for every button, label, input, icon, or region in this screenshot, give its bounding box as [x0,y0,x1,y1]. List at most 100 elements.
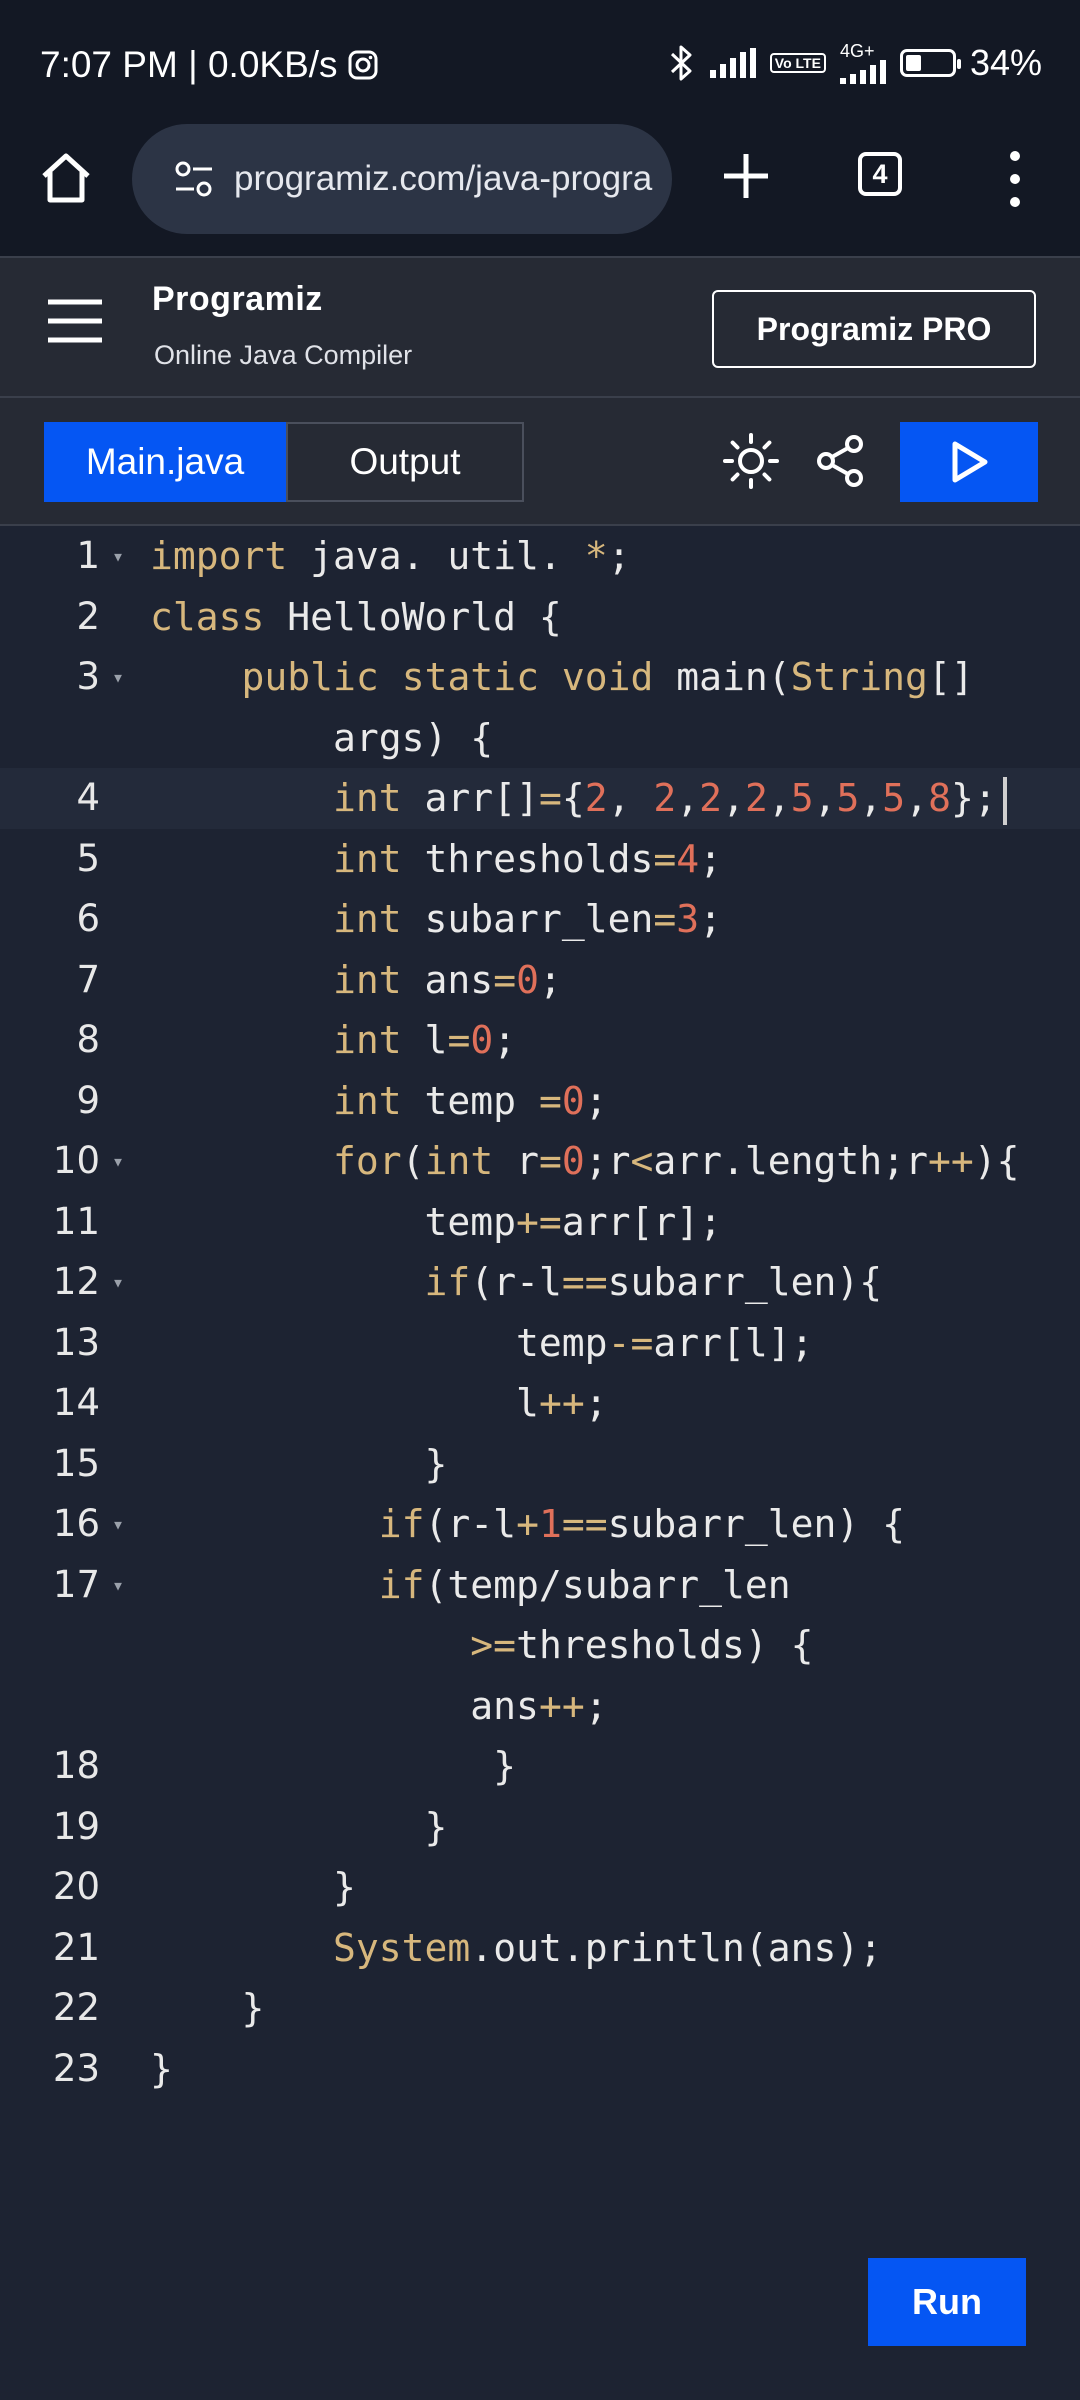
code-text: if(r-l+1==subarr_len) { [378,1502,906,1546]
more-options-icon[interactable] [1000,146,1030,212]
code-line[interactable]: 13 temp-=arr[l]; [0,1313,1080,1374]
theme-toggle-icon[interactable] [722,432,780,490]
code-line[interactable]: 20 } [0,1857,1080,1918]
code-line[interactable]: 22 } [0,1978,1080,2039]
line-number: 5 [76,836,100,880]
code-line[interactable]: 7 int ans=0; [0,950,1080,1011]
fold-arrow-icon[interactable]: ▾ [112,1252,124,1313]
code-text: System.out.println(ans); [333,1925,883,1970]
run-play-button[interactable] [900,422,1038,502]
tab-count: 4 [872,158,888,189]
code-text: temp+=arr[r]; [150,1199,722,1244]
code-line[interactable]: 5 int thresholds=4; [0,829,1080,890]
code-line[interactable]: 11 temp+=arr[r]; [0,1192,1080,1253]
code-line[interactable]: 17 ▾ if(temp/subarr_len [0,1555,1080,1616]
code-line[interactable]: args) { [0,708,1080,769]
code-text: int temp =0; [333,1078,608,1123]
tab-main-java[interactable]: Main.java [44,422,286,502]
fold-arrow-icon[interactable]: ▾ [112,1555,124,1616]
code-line[interactable]: ans++; [0,1676,1080,1737]
site-header: Programiz Online Java Compiler Programiz… [0,256,1080,396]
fold-arrow-icon[interactable]: ▾ [112,1131,124,1192]
line-number: 18 [52,1744,100,1787]
line-number: 16 [52,1502,100,1545]
line-number: 12 [52,1260,100,1303]
bluetooth-icon [670,45,692,81]
fold-arrow-icon[interactable]: ▾ [112,526,124,587]
code-line[interactable]: 21 System.out.println(ans); [0,1918,1080,1979]
code-line[interactable]: 2 class HelloWorld { [0,587,1080,648]
code-line[interactable]: 23} [0,2039,1080,2100]
code-text: int ans=0; [333,957,562,1002]
code-text: class HelloWorld { [150,594,562,639]
code-line[interactable]: 19 } [0,1797,1080,1858]
code-text: int arr[]={2, 2,2,2,5,5,5,8}; [150,768,1007,829]
line-number: 4 [76,776,100,819]
code-text: ans++; [150,1683,608,1728]
address-bar[interactable]: programiz.com/java-progra [132,124,672,234]
line-number: 6 [76,897,100,940]
programiz-pro-button[interactable]: Programiz PRO [712,290,1036,368]
code-area[interactable]: 1 ▾ import java. util. *; 2 class HelloWorld… [0,526,1080,2099]
line-number: 20 [52,1865,100,1908]
code-text: if(r-l==subarr_len){ [424,1260,883,1304]
editor-toolbar: Main.java Output [0,396,1080,526]
status-time-speed: 7:07 PM | 0.0KB/s [40,44,338,85]
line-number: 7 [76,957,100,1001]
code-line[interactable]: >=thresholds) { [0,1615,1080,1676]
page-subtitle: Online Java Compiler [154,340,413,370]
code-text: int l=0; [333,1018,517,1062]
code-line[interactable]: 3 ▾ public static void main(String[] [0,647,1080,708]
instagram-icon [348,50,378,80]
line-number: 10 [52,1139,100,1182]
code-line[interactable]: 6 int subarr_len=3; [0,889,1080,950]
code-text: if(temp/subarr_len [378,1562,791,1607]
tab-output[interactable]: Output [286,422,524,502]
fold-arrow-icon[interactable]: ▾ [112,647,124,708]
run-button[interactable]: Run [868,2258,1026,2346]
code-text: args) { [150,715,494,760]
hamburger-menu-icon[interactable] [46,296,104,346]
line-number: 22 [52,1986,100,2029]
status-left: 7:07 PM | 0.0KB/s [40,44,378,86]
status-right: Vo LTE 4G+ 34% [666,42,1042,84]
network-type: 4G+ [839,41,875,61]
code-text: int thresholds=4; [333,836,723,881]
line-number: 2 [76,594,100,638]
code-line[interactable]: 1 ▾ import java. util. *; [0,526,1080,587]
code-line[interactable]: 18 } [0,1736,1080,1797]
code-line[interactable]: 16 ▾ if(r-l+1==subarr_len) { [0,1494,1080,1555]
code-line[interactable]: 9 int temp =0; [0,1071,1080,1132]
new-tab-icon[interactable] [716,146,776,206]
line-number: 3 [76,655,100,698]
line-number: 1 [76,534,100,577]
url-text: programiz.com/java-progra [234,159,653,198]
signal-icon-2 [839,60,886,84]
battery-fill [905,55,921,71]
line-number: 15 [52,1441,100,1485]
programiz-logo[interactable]: Programiz [152,280,323,319]
home-icon[interactable] [36,148,96,208]
code-line[interactable]: 14 l++; [0,1373,1080,1434]
share-icon[interactable] [814,434,866,488]
code-text: } [150,1804,448,1849]
code-line[interactable]: 8 int l=0; [0,1010,1080,1071]
code-line[interactable]: 15 } [0,1434,1080,1495]
site-settings-icon[interactable] [172,157,216,201]
code-text: l++; [150,1381,608,1425]
network-group: 4G+ [839,41,886,84]
code-line[interactable]: 12 ▾ if(r-l==subarr_len){ [0,1252,1080,1313]
signal-icon [709,48,756,78]
code-line[interactable]: 10 ▾ for(int r=0;r<arr.length;r++){ [0,1131,1080,1192]
code-line[interactable]: 4 int arr[]={2, 2,2,2,5,5,5,8}; [0,768,1080,829]
code-editor[interactable]: 1 ▾ import java. util. *; 2 class HelloWorld… [0,526,1080,2400]
line-number: 17 [52,1562,100,1606]
fold-arrow-icon[interactable]: ▾ [112,1494,124,1555]
volte-badge: Vo LTE [769,53,826,73]
battery-percent: 34% [969,42,1042,83]
tab-switcher-button[interactable]: 4 [858,152,902,196]
line-number: 9 [76,1078,100,1122]
line-number: 19 [52,1804,100,1848]
code-text: import java. util. *; [150,534,631,578]
code-text: int subarr_len=3; [333,897,723,941]
